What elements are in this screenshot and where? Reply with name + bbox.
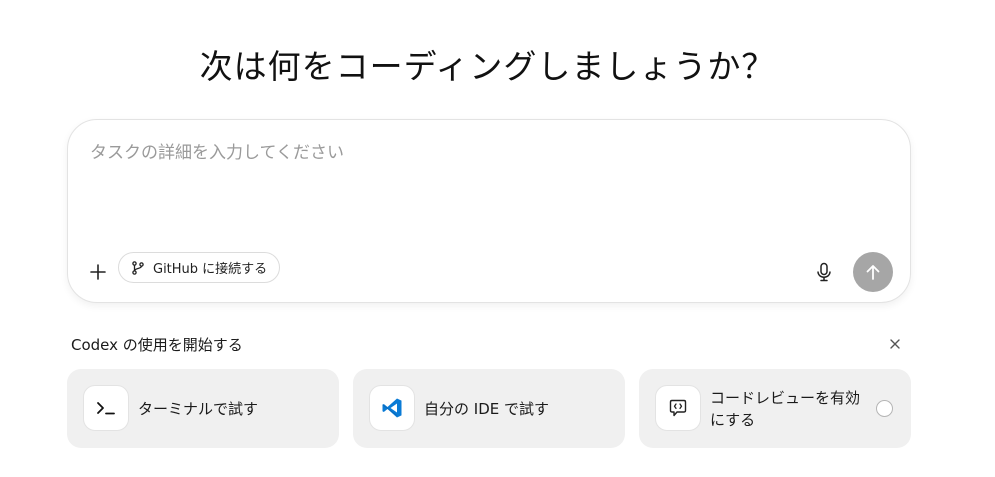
- add-attachment-button[interactable]: [85, 259, 111, 285]
- enable-code-review-card[interactable]: コードレビューを有効にする: [639, 369, 911, 448]
- plus-icon: [90, 264, 106, 280]
- enable-code-review-label: コードレビューを有効にする: [710, 388, 861, 429]
- connect-github-label: GitHub に接続する: [153, 262, 268, 277]
- close-icon: [890, 339, 900, 349]
- page-title: 次は何をコーディングしましょうか？: [199, 47, 776, 86]
- getting-started-title: Codex の使用を開始する: [71, 336, 243, 354]
- git-branch-icon: [131, 260, 145, 275]
- voice-input-button[interactable]: [812, 260, 836, 284]
- send-button[interactable]: [853, 252, 893, 292]
- try-in-terminal-card[interactable]: ターミナルで試す: [67, 369, 339, 448]
- enable-code-review-radio[interactable]: [876, 400, 893, 417]
- try-in-terminal-label: ターミナルで試す: [138, 399, 259, 418]
- task-composer: GitHub に接続する: [67, 119, 911, 303]
- try-in-ide-label: 自分の IDE で試す: [424, 399, 549, 418]
- terminal-icon: [83, 385, 129, 431]
- dismiss-getting-started-button[interactable]: [887, 336, 903, 352]
- arrow-up-icon: [866, 265, 880, 280]
- code-review-icon: [655, 385, 701, 431]
- vscode-icon: [369, 385, 415, 431]
- connect-github-button[interactable]: GitHub に接続する: [118, 252, 281, 283]
- task-input[interactable]: [90, 138, 870, 248]
- microphone-icon: [817, 262, 831, 282]
- try-in-ide-card[interactable]: 自分の IDE で試す: [353, 369, 625, 448]
